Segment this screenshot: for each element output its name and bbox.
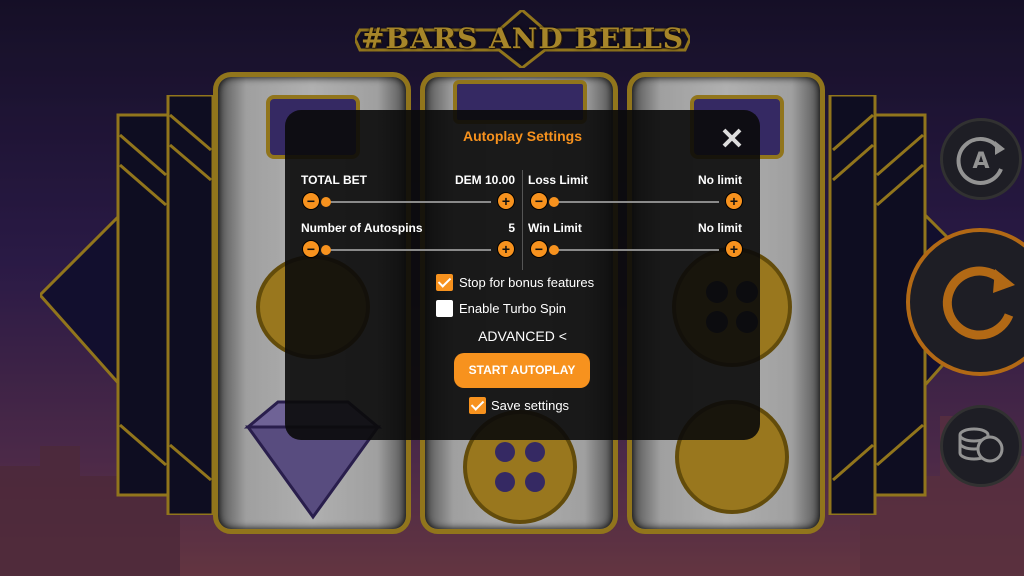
slider-knob[interactable] [549, 197, 559, 207]
total-bet-label: TOTAL BET [301, 173, 367, 187]
win-limit-label: Win Limit [528, 221, 582, 235]
dialog-title: Autoplay Settings [462, 128, 582, 144]
save-settings-checkbox[interactable] [469, 397, 486, 414]
autospins-slider[interactable]: − + [302, 240, 515, 260]
advanced-toggle[interactable]: ADVANCED < [285, 328, 760, 344]
slider-track [326, 201, 491, 203]
save-settings-label: Save settings [491, 398, 570, 413]
loss-limit-minus-button[interactable]: − [530, 192, 548, 210]
autospins-label: Number of Autospins [301, 221, 423, 235]
slider-track [326, 249, 491, 251]
win-limit-plus-button[interactable]: + [725, 240, 743, 258]
win-limit-value: No limit [698, 221, 742, 235]
autospins-minus-button[interactable]: − [302, 240, 320, 258]
loss-limit-slider[interactable]: − + [530, 192, 743, 212]
start-autoplay-button[interactable]: START AUTOPLAY [454, 353, 590, 388]
stop-bonus-label: Stop for bonus features [459, 275, 595, 290]
total-bet-slider[interactable]: − + [302, 192, 515, 212]
slider-track [554, 201, 719, 203]
autospins-plus-button[interactable]: + [497, 240, 515, 258]
turbo-spin-label: Enable Turbo Spin [459, 301, 566, 316]
autoplay-settings-dialog: Autoplay Settings TOTAL BET DEM 10.00 − … [285, 110, 760, 440]
slider-knob[interactable] [321, 197, 331, 207]
total-bet-value: DEM 10.00 [454, 173, 515, 187]
win-limit-slider[interactable]: − + [530, 240, 743, 260]
slider-knob[interactable] [321, 245, 331, 255]
close-icon[interactable] [721, 127, 743, 149]
loss-limit-plus-button[interactable]: + [725, 192, 743, 210]
slider-knob[interactable] [549, 245, 559, 255]
slider-track [554, 249, 719, 251]
autospins-value: 5 [508, 221, 515, 235]
stop-bonus-checkbox[interactable] [436, 274, 453, 291]
turbo-spin-checkbox[interactable] [436, 300, 453, 317]
loss-limit-label: Loss Limit [528, 173, 589, 187]
column-divider [522, 170, 523, 270]
win-limit-minus-button[interactable]: − [530, 240, 548, 258]
loss-limit-value: No limit [698, 173, 742, 187]
total-bet-plus-button[interactable]: + [497, 192, 515, 210]
total-bet-minus-button[interactable]: − [302, 192, 320, 210]
